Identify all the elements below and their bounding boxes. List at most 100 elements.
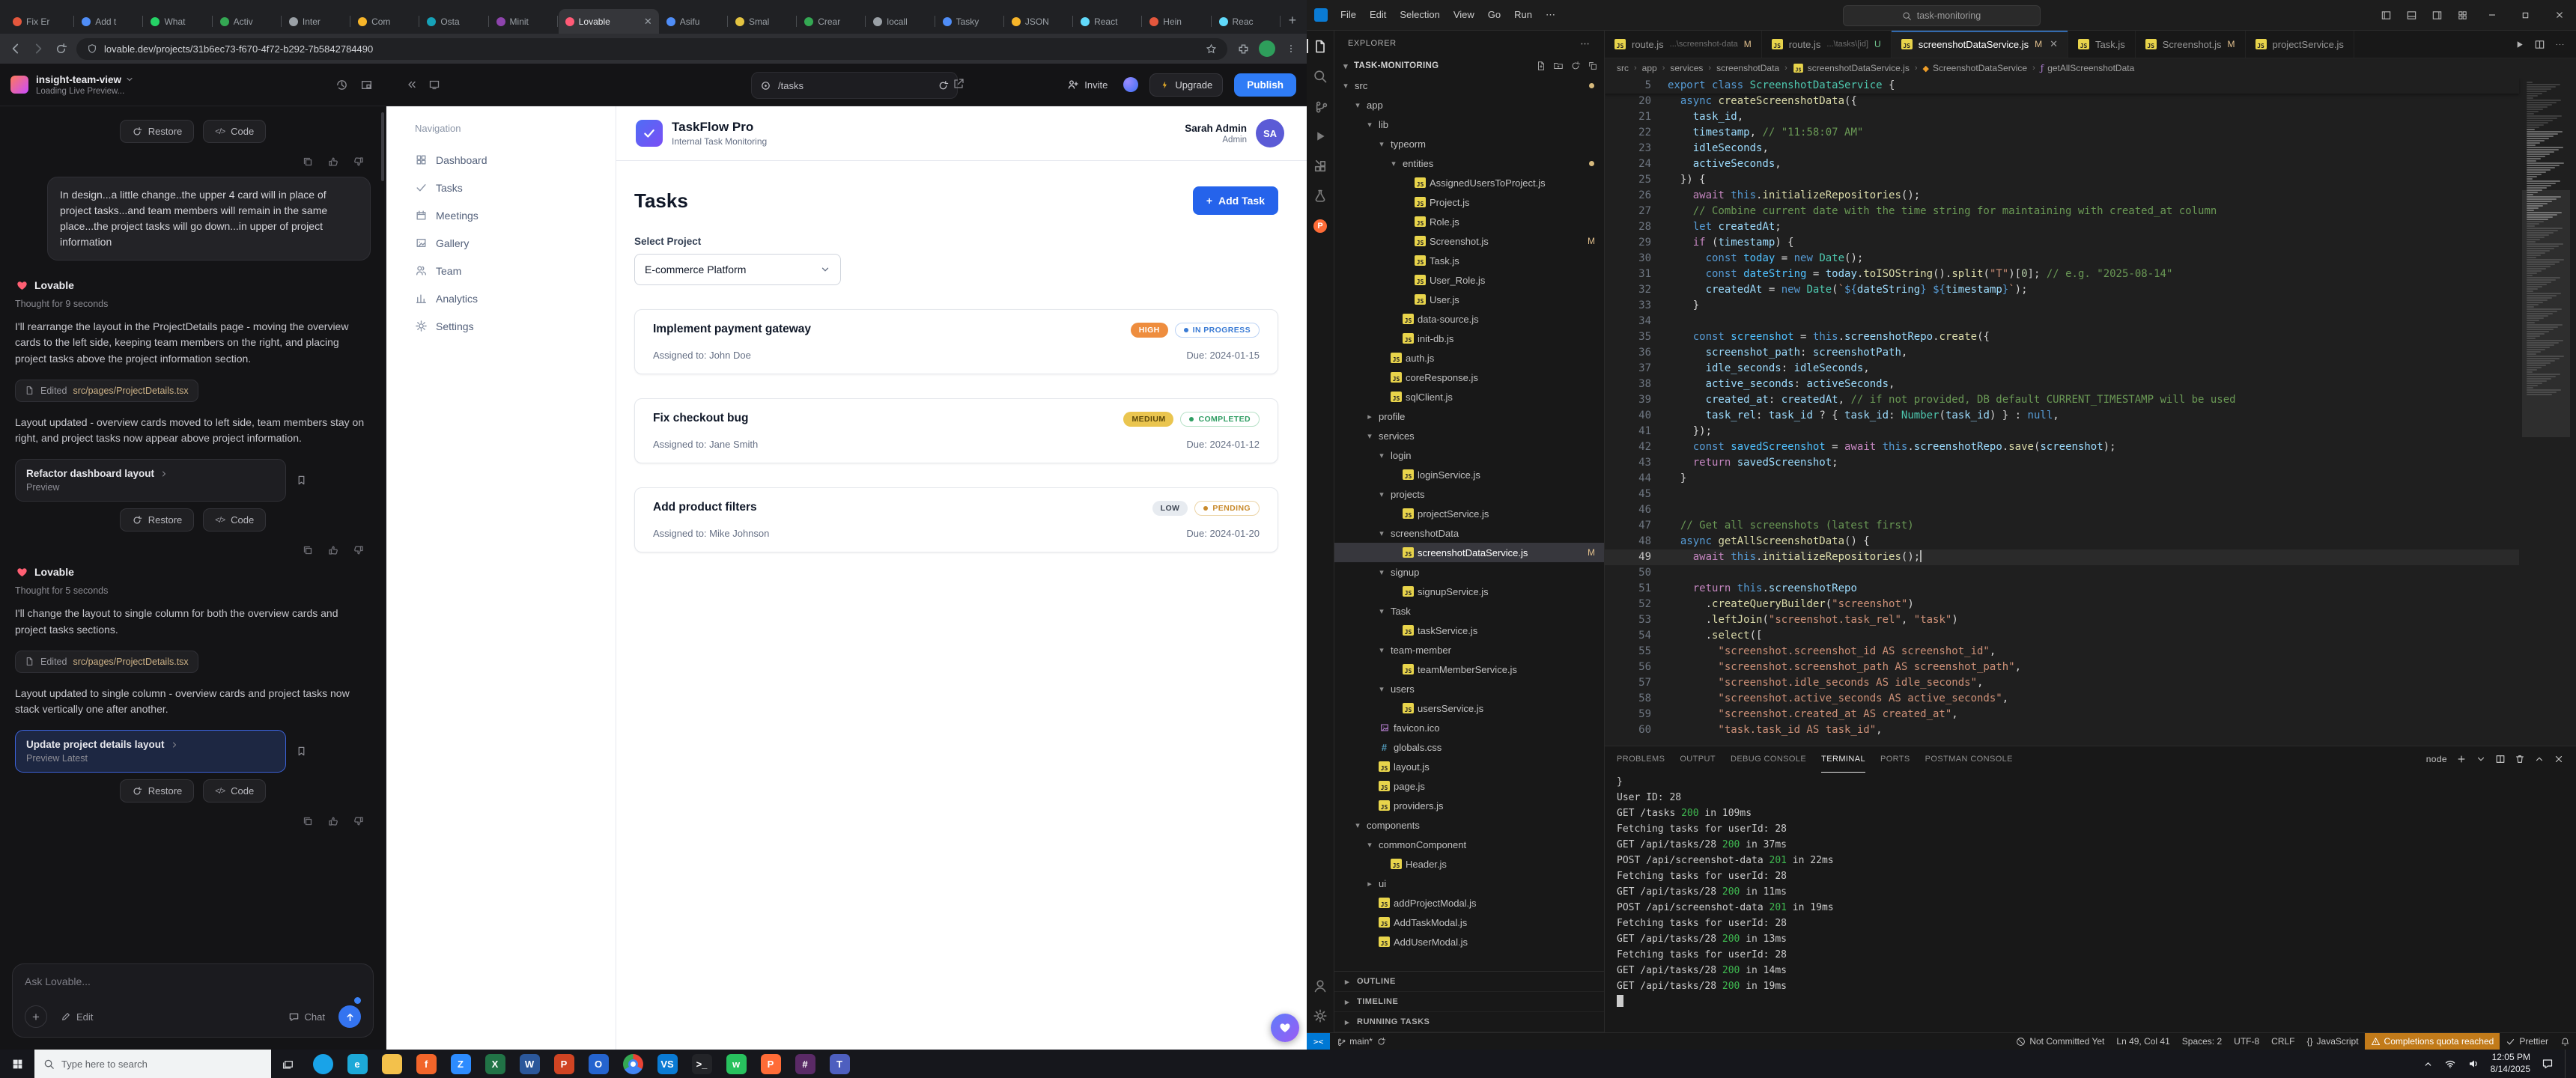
sidebar-item-team[interactable]: Team (415, 257, 616, 284)
thought-duration[interactable]: Thought for 5 seconds (15, 585, 371, 596)
start-button[interactable] (0, 1050, 34, 1078)
panel-tab-ports[interactable]: PORTS (1880, 746, 1910, 772)
thumb-down-icon[interactable] (352, 543, 365, 556)
element-selector-icon[interactable] (760, 80, 771, 91)
menu-overflow-icon[interactable]: ⋯ (1539, 6, 1562, 24)
copy-icon[interactable] (301, 155, 314, 168)
thumb-up-icon[interactable] (326, 543, 339, 556)
new-tab-button[interactable]: + (1284, 10, 1301, 31)
breadcrumb-item[interactable]: src (1617, 63, 1629, 73)
browser-tab[interactable]: Hein (1143, 9, 1212, 34)
invite-button[interactable]: Invite (1063, 78, 1112, 91)
browser-tab[interactable]: Crear (798, 9, 866, 34)
address-bar[interactable]: lovable.dev/projects/31b6ec73-f670-4f72-… (76, 37, 1227, 60)
ext-activity-icon[interactable] (1313, 158, 1328, 174)
file-Task.js[interactable]: JS Task.js (1334, 251, 1604, 270)
copilot-quota-item[interactable]: Completions quota reached (2364, 1033, 2500, 1050)
code-editor[interactable]: 5 export class ScreenshotDataService { 20… (1605, 78, 2576, 746)
file-providers.js[interactable]: JS providers.js (1334, 796, 1604, 815)
search-activity-icon[interactable] (1313, 68, 1328, 84)
browser-tab[interactable]: What (144, 9, 213, 34)
file-User.js[interactable]: JS User.js (1334, 290, 1604, 309)
flask-activity-icon[interactable] (1313, 188, 1328, 204)
file-usersService.js[interactable]: JS usersService.js (1334, 698, 1604, 718)
breadcrumb-item[interactable]: screenshotData (1716, 63, 1779, 73)
code-button[interactable]: </> Code (203, 508, 267, 532)
sidebar-item-tasks[interactable]: Tasks (415, 174, 616, 201)
encoding-item[interactable]: UTF-8 (2228, 1033, 2265, 1050)
file-teamMemberService.js[interactable]: JS teamMemberService.js (1334, 660, 1604, 679)
git-branch-item[interactable]: main* (1330, 1033, 1392, 1050)
close-panel-icon[interactable] (2554, 754, 2564, 764)
browser-tab[interactable]: Reac (1212, 9, 1281, 34)
breadcrumb-item[interactable]: JS screenshotDataService.js (1793, 63, 1910, 73)
postman-taskbar-icon[interactable]: P (753, 1050, 788, 1078)
browser-tab[interactable]: Smal (729, 9, 798, 34)
hidden-icons-chevron[interactable] (2423, 1059, 2433, 1069)
section-outline[interactable]: ▸ OUTLINE (1334, 972, 1604, 992)
refresh-preview-icon[interactable] (938, 80, 949, 91)
code-button[interactable]: </> Code (203, 779, 267, 803)
cursor-position-item[interactable]: Ln 49, Col 41 (2110, 1033, 2175, 1050)
folder-lib[interactable]: ▾ lib (1334, 115, 1604, 134)
extensions-puzzle-icon[interactable] (1236, 42, 1250, 55)
sidebar-item-dashboard[interactable]: Dashboard (415, 146, 616, 174)
terminal-output[interactable]: } User ID: 28 GET /tasks 200 in 109ms Fetc… (1605, 772, 2576, 1032)
file-coreResponse.js[interactable]: JS coreResponse.js (1334, 368, 1604, 387)
postman-activity-icon[interactable]: P (1313, 218, 1328, 234)
explorer-more-icon[interactable] (1579, 38, 1591, 49)
task-card[interactable]: Add product filters LOW PENDING Assigned to… (634, 487, 1278, 552)
edge-taskbar-icon[interactable]: e (340, 1050, 374, 1078)
browser-tab[interactable]: Add t (75, 9, 144, 34)
sidebar-item-meetings[interactable]: Meetings (415, 201, 616, 229)
panel-tab-postman-console[interactable]: POSTMAN CONSOLE (1925, 746, 2013, 772)
show-desktop-button[interactable] (2565, 1050, 2570, 1078)
browser-profile-avatar[interactable] (1259, 40, 1275, 57)
maximize-icon[interactable] (2509, 0, 2542, 30)
file-Header.js[interactable]: JS Header.js (1334, 854, 1604, 874)
sidebar-item-analytics[interactable]: Analytics (415, 284, 616, 312)
commit-status-item[interactable]: Not Committed Yet (2010, 1033, 2110, 1050)
menu-go[interactable]: Go (1481, 6, 1507, 24)
thumb-down-icon[interactable] (352, 155, 365, 168)
edited-file-chip[interactable]: Edited src/pages/ProjectDetails.tsx (15, 650, 198, 673)
minimap[interactable] (2522, 78, 2570, 746)
picture-in-picture-icon[interactable] (360, 79, 373, 91)
close-icon[interactable] (2542, 0, 2576, 30)
breadcrumb-item[interactable]: ◆ ScreenshotDataService (1923, 63, 2028, 73)
editor-tab-route.js[interactable]: JS route.js ...\screenshot-data M (1605, 31, 1762, 58)
publish-button[interactable]: Publish (1234, 73, 1296, 97)
file-Role.js[interactable]: JS Role.js (1334, 212, 1604, 231)
thumb-up-icon[interactable] (326, 155, 339, 168)
chrome-taskbar-icon[interactable] (616, 1050, 650, 1078)
tab-close-icon[interactable]: ✕ (644, 16, 652, 28)
browser-tab[interactable]: Lovable ✕ (558, 9, 659, 34)
version-card[interactable]: Update project details layout Preview Lat… (15, 730, 286, 773)
menu-edit[interactable]: Edit (1363, 6, 1393, 24)
edited-file-chip[interactable]: Edited src/pages/ProjectDetails.tsx (15, 379, 198, 402)
indentation-item[interactable]: Spaces: 2 (2176, 1033, 2228, 1050)
breadcrumb-item[interactable]: app (1642, 63, 1657, 73)
device-preview-icon[interactable] (428, 79, 440, 91)
run-file-icon[interactable] (2514, 39, 2525, 50)
breadcrumb-item[interactable]: ƒ getAllScreenshotData (2041, 63, 2135, 73)
collapse-panel-icon[interactable] (406, 79, 418, 91)
formatter-item[interactable]: Prettier (2500, 1033, 2554, 1050)
panel-tab-terminal[interactable]: TERMINAL (1821, 746, 1865, 773)
vscode-taskbar-icon[interactable]: VS (650, 1050, 684, 1078)
browser-tab[interactable]: React (1074, 9, 1143, 34)
slack-taskbar-icon[interactable]: # (788, 1050, 822, 1078)
upgrade-button[interactable]: Upgrade (1149, 73, 1224, 97)
chat-mode-button[interactable]: Chat (284, 1011, 329, 1023)
scm-activity-icon[interactable] (1313, 98, 1328, 114)
file-screenshotDataService.js[interactable]: JS screenshotDataService.js M (1334, 543, 1604, 562)
copy-icon[interactable] (301, 814, 314, 827)
split-terminal-icon[interactable] (2495, 754, 2506, 764)
customize-layout-icon[interactable] (2449, 0, 2475, 30)
file-Screenshot.js[interactable]: JS Screenshot.js M (1334, 231, 1604, 251)
toggle-sidebar-icon[interactable] (2373, 0, 2399, 30)
editor-tab-Task.js[interactable]: JS Task.js (2068, 31, 2136, 58)
edit-mode-button[interactable]: Edit (56, 1011, 97, 1023)
outlook-taskbar-icon[interactable]: O (581, 1050, 616, 1078)
folder-Task[interactable]: ▾ Task (1334, 601, 1604, 621)
